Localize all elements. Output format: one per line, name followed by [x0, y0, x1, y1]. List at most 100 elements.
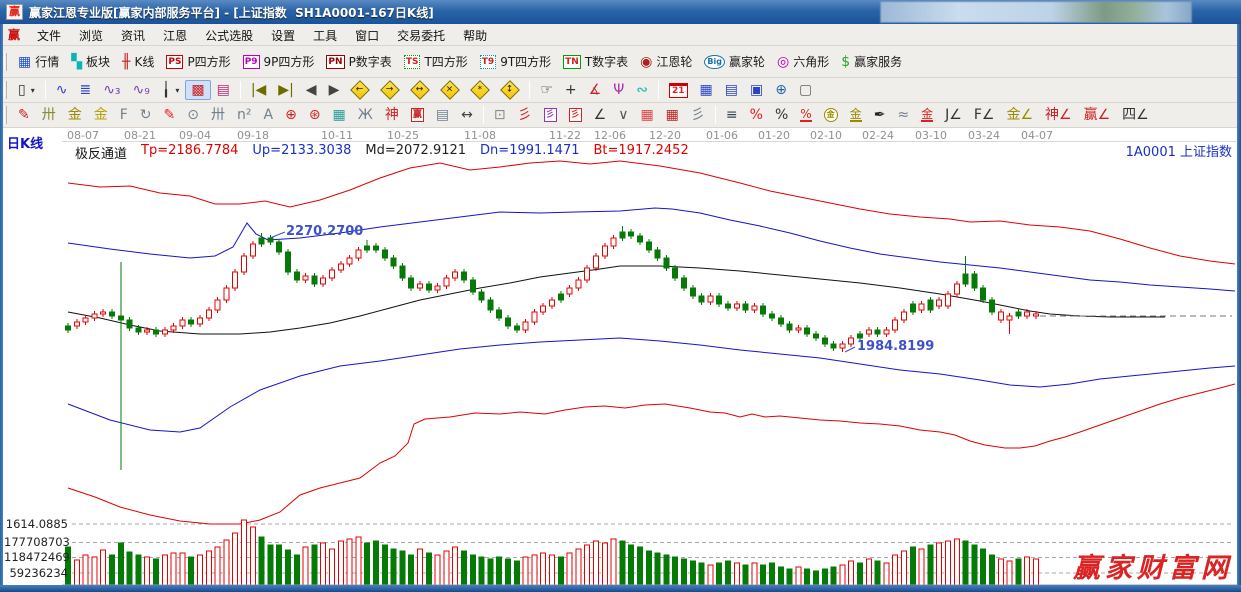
square-measure-tool-icon[interactable]: ⊡ [488, 105, 512, 125]
target-table-tool-icon[interactable]: ≡ [720, 105, 744, 125]
calculator-icon[interactable]: ▦ [694, 80, 719, 100]
scribble-tool-icon[interactable]: ∾ [630, 80, 654, 100]
menu-item-gann[interactable]: 江恩 [154, 27, 196, 45]
pencil-tool-icon[interactable]: ✎ [12, 105, 36, 125]
pan-hand-icon[interactable]: ☞ [534, 80, 559, 100]
v-line-tool-icon[interactable]: ∨ [612, 105, 634, 125]
save-icon[interactable]: ▣ [744, 80, 769, 100]
btn-winner-service[interactable]: $赢家服务 [835, 50, 908, 73]
crosshair-icon[interactable]: + [559, 80, 583, 100]
btn-quotes[interactable]: ▦行情 [12, 50, 65, 73]
fork-tool-icon[interactable]: Ψ [607, 80, 630, 100]
j-angle-tool-icon[interactable]: J∠ [939, 105, 968, 125]
export-web-icon[interactable]: ⊕ [769, 80, 793, 100]
btn-p-square[interactable]: PSP四方形 [160, 50, 236, 73]
btn-9p-square[interactable]: P99P四方形 [237, 50, 321, 73]
diamond-lr-icon[interactable]: ↔ [405, 80, 435, 100]
spiral-tool-icon[interactable]: ↻ [134, 105, 158, 125]
candle-body [294, 272, 299, 280]
fence-tool-icon[interactable]: 卅 [36, 105, 62, 125]
prev-bar-icon[interactable]: ◀ [300, 80, 323, 100]
diamond-left-icon[interactable]: ← [345, 80, 375, 100]
btn-kline[interactable]: ╫K线 [116, 50, 160, 73]
pattern-tool-icon[interactable]: ▩ [185, 80, 210, 100]
t-percent-tool-icon[interactable]: % [744, 105, 769, 125]
red-fan-box-tool-icon[interactable]: 彡 [563, 105, 588, 125]
red-grid-tool-icon[interactable]: ▦ [634, 105, 659, 125]
btn-p-table[interactable]: PNP数字表 [320, 50, 397, 73]
grid-box-tool-icon[interactable]: ▦ [327, 105, 352, 125]
period-dropdown-icon[interactable]: ▯▾ [12, 80, 41, 100]
next-bar-icon[interactable]: ▶ [323, 80, 346, 100]
btn-t-table[interactable]: TNT数字表 [557, 50, 634, 73]
profile-tool-icon[interactable]: ▤ [211, 80, 236, 100]
ink-pen-tool-icon[interactable]: ✒ [868, 105, 892, 125]
last-page-icon[interactable]: ▶| [272, 80, 299, 100]
gold-underline-tool-icon[interactable]: 金 [915, 105, 939, 125]
k-tick-tool-icon[interactable]: Ж [352, 105, 379, 125]
note-tool-icon[interactable]: ≣ [73, 80, 97, 100]
angle-fan-tool-icon[interactable]: ∠ [588, 105, 613, 125]
angle-measure-icon[interactable]: ∡ [583, 80, 608, 100]
width-tool-icon[interactable]: ↔ [455, 105, 479, 125]
gold-circle-tool-icon[interactable]: 金 [818, 105, 844, 125]
shen-angle-tool-icon[interactable]: 神∠ [1039, 105, 1078, 125]
btn-9t-square[interactable]: T99T四方形 [474, 50, 557, 73]
diamond-right-icon[interactable]: → [375, 80, 405, 100]
diamond-star-icon[interactable]: * [465, 80, 495, 100]
btn-gann-wheel[interactable]: ◉江恩轮 [634, 50, 698, 73]
calendar-icon[interactable]: 21 [663, 80, 694, 101]
menu-item-formula-picker[interactable]: 公式选股 [196, 27, 262, 45]
menu-item-help[interactable]: 帮助 [454, 27, 496, 45]
first-page-icon[interactable]: |◀ [245, 80, 272, 100]
zigzag-tool-icon[interactable]: ∿ [50, 80, 74, 100]
menu-item-file[interactable]: 文件 [28, 27, 70, 45]
btn-sectors[interactable]: ▚板块 [65, 50, 116, 73]
btn-hexagon[interactable]: ◎六角形 [771, 50, 835, 73]
ying-angle-tool-icon[interactable]: 赢∠ [1078, 105, 1117, 125]
ying-box-tool-icon[interactable]: 赢 [405, 105, 430, 125]
red-fan-tool-icon[interactable]: 彡 [512, 105, 538, 125]
send-pc-icon[interactable]: ▢ [793, 80, 818, 100]
menu-item-news[interactable]: 资讯 [112, 27, 154, 45]
diamond-x-icon[interactable]: × [435, 80, 465, 100]
f-fence-tool-icon[interactable]: F [114, 105, 134, 125]
shen-fence-tool-icon[interactable]: 神 [379, 105, 405, 125]
kline-chart[interactable] [0, 128, 1241, 586]
thin-candle-dropdown-icon[interactable]: ╽▾ [156, 80, 185, 100]
btn-winner-wheel[interactable]: Big赢家轮 [698, 50, 771, 73]
f-angle-tool-icon[interactable]: F∠ [968, 105, 1001, 125]
n-square-tool-icon[interactable]: n² [231, 105, 258, 125]
slash-lines-tool-icon[interactable]: 彡 [685, 105, 711, 125]
menu-item-tools[interactable]: 工具 [304, 27, 346, 45]
child-window-logo-icon[interactable]: 赢 [8, 26, 20, 43]
diamond-ud-icon[interactable]: ↕ [495, 80, 525, 100]
purple-fan-box-tool-icon[interactable]: 彡 [538, 105, 563, 125]
gold-fence2-tool-icon[interactable]: 金 [88, 105, 114, 125]
menu-item-window[interactable]: 窗口 [346, 27, 388, 45]
clock-tool-icon[interactable]: ⊙ [181, 105, 205, 125]
gold-angle-tool-icon[interactable]: 金∠ [1000, 105, 1039, 125]
notes-icon[interactable]: ▤ [719, 80, 744, 100]
percent-line-tool-icon[interactable]: % [794, 105, 817, 125]
fence2-tool-icon[interactable]: 卅 [205, 105, 231, 125]
a-wave-tool-icon[interactable]: ≈ [891, 105, 915, 125]
circle-cross-tool-icon[interactable]: ⊕ [279, 105, 303, 125]
a-line-tool-icon[interactable]: A [258, 105, 280, 125]
kline-chart-pane[interactable]: 日K线 1A0001 上证指数 极反通道 Tp=2186.7784Up=2133… [0, 128, 1241, 586]
gold-line-tool-icon[interactable]: 金 [844, 105, 868, 125]
percent-tool-icon[interactable]: % [769, 105, 794, 125]
wave9-tool-icon[interactable]: ∿₉ [127, 80, 156, 100]
btn-t-square[interactable]: TST四方形 [398, 50, 474, 73]
wave3-tool-icon[interactable]: ∿₃ [97, 80, 126, 100]
menu-item-settings[interactable]: 设置 [262, 27, 304, 45]
si-angle-tool-icon[interactable]: 四∠ [1116, 105, 1155, 125]
gold-fence-tool-icon[interactable]: 金 [62, 105, 88, 125]
red-pencil-tool-icon[interactable]: ✎ [158, 105, 182, 125]
ruler-tool-icon[interactable]: ▤ [430, 105, 455, 125]
menu-item-trade-order[interactable]: 交易委托 [388, 27, 454, 45]
star-circle-tool-icon[interactable]: ⊛ [303, 105, 327, 125]
red-grid2-tool-icon[interactable]: ▦ [660, 105, 685, 125]
titlebar[interactable]: 赢 赢家江恩专业版[赢家内部服务平台] - [上证指数 SH1A0001-167… [0, 0, 1241, 24]
menu-item-browse[interactable]: 浏览 [70, 27, 112, 45]
